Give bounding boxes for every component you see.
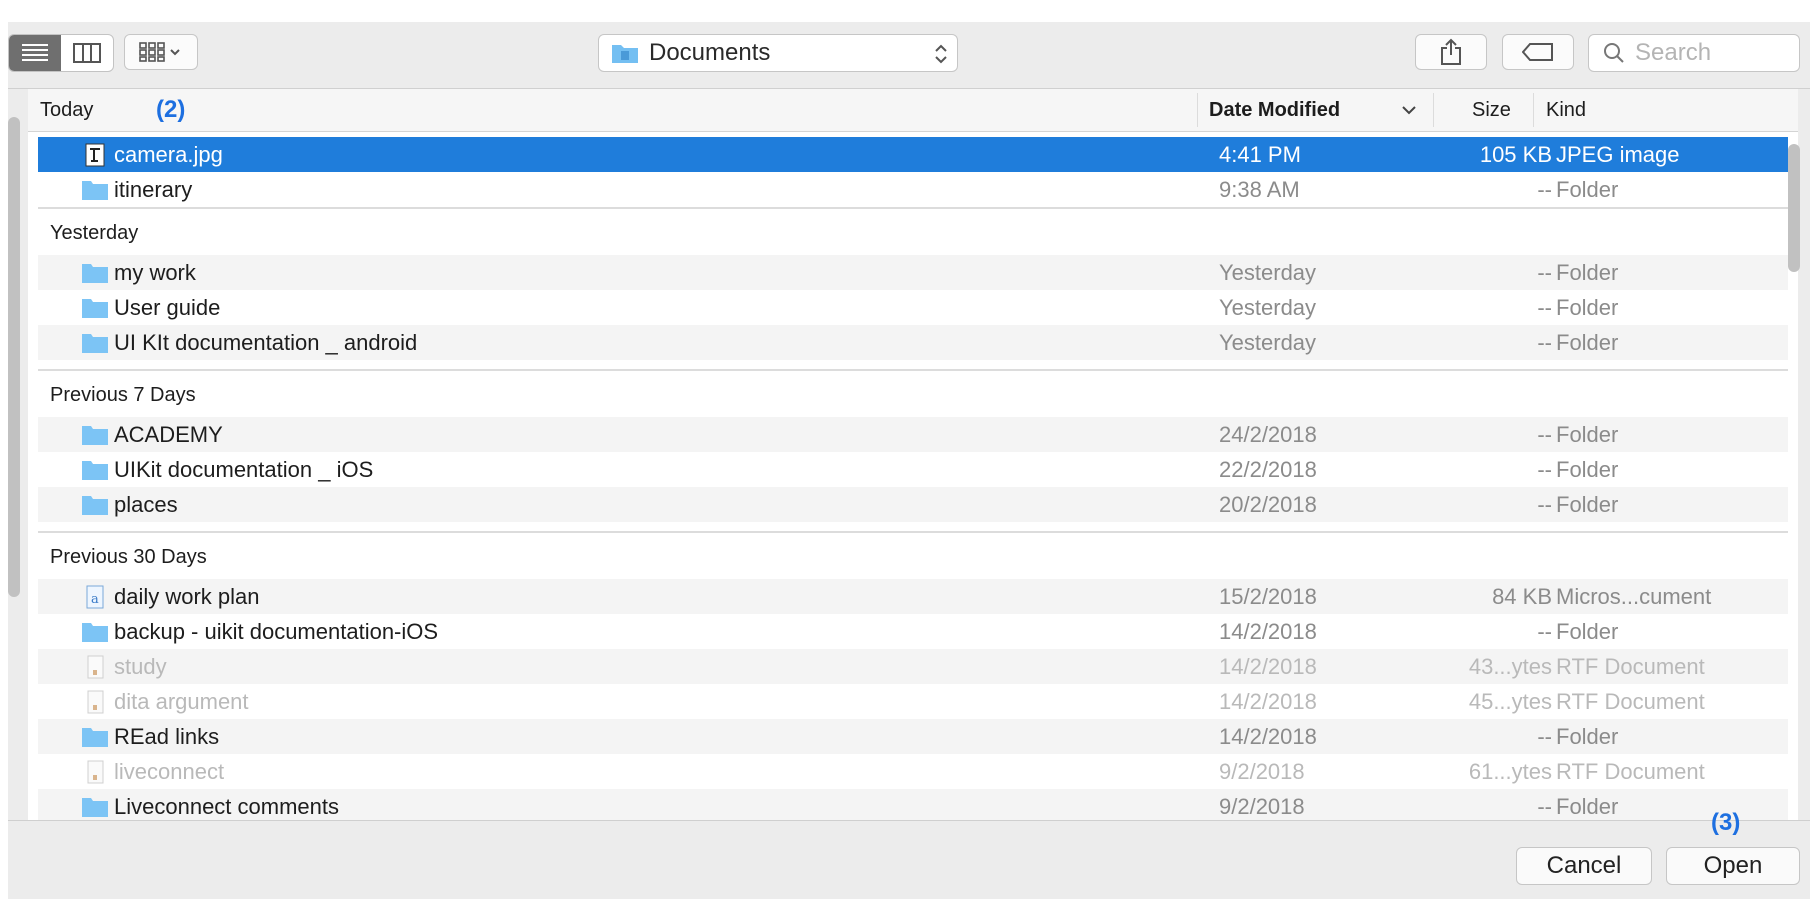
file-row-read-links[interactable]: REad links 14/2/2018 -- Folder [38,719,1788,754]
file-row-academy[interactable]: ACADEMY 24/2/2018 -- Folder [38,417,1788,452]
column-view-icon [73,43,101,63]
column-divider [1197,93,1198,127]
documents-folder-icon [612,45,638,63]
list-view-icon [22,44,48,61]
group-header-previous-30-days: Previous 30 Days [38,531,1788,579]
header-kind[interactable]: Kind [1546,89,1586,131]
column-divider [1533,93,1534,127]
view-mode-control [8,34,114,72]
group-header-previous-7-days: Previous 7 Days [38,369,1788,417]
open-button[interactable]: Open [1666,847,1800,885]
file-row-ui-kit-android[interactable]: UI KIt documentation _ android Yesterday… [38,325,1788,360]
sidebar-scrollbar[interactable] [8,117,20,597]
word-document-icon: a [86,585,104,609]
file-row-study: study 14/2/2018 43...ytes RTF Document [38,649,1788,684]
share-icon [1441,38,1461,65]
folder-icon [82,334,108,353]
tags-button[interactable] [1502,34,1574,70]
location-popup[interactable]: Documents [598,34,958,72]
column-divider [1433,93,1434,127]
file-row-my-work[interactable]: my work Yesterday -- Folder [38,255,1788,290]
column-view-button[interactable] [61,35,113,71]
location-label: Documents [649,39,771,66]
folder-icon [82,181,108,200]
annotation-2: (2) [156,96,186,123]
tag-icon [1522,43,1553,61]
arrange-button[interactable] [124,34,198,70]
grid-arrange-icon [139,42,180,62]
rtf-document-icon [87,760,104,784]
file-row-itinerary[interactable]: itinerary 9:38 AM -- Folder [38,172,1788,207]
cancel-button[interactable]: Cancel [1516,847,1652,885]
folder-icon [82,798,108,817]
file-list: Today (2) Date Modified Size Kind camera… [28,89,1798,820]
column-header: Today (2) Date Modified Size Kind [28,89,1798,132]
toolbar: Documents Search [8,22,1810,89]
file-list-scrollbar[interactable] [1788,144,1800,272]
search-field[interactable]: Search [1588,34,1800,72]
share-button[interactable] [1415,34,1487,70]
file-row-places[interactable]: places 20/2/2018 -- Folder [38,487,1788,522]
list-view-button[interactable] [9,35,61,71]
folder-icon [82,264,108,283]
header-name[interactable]: Today [40,89,93,131]
dialog-footer: (3) Cancel Open [8,809,1810,899]
file-row-uikit-ios[interactable]: UIKit documentation _ iOS 22/2/2018 -- F… [38,452,1788,487]
search-icon [1604,43,1624,63]
search-placeholder: Search [1635,39,1712,66]
folder-icon [82,496,108,515]
file-row-dita-argument: dita argument 14/2/2018 45...ytes RTF Do… [38,684,1788,719]
folder-icon [82,461,108,480]
annotation-3: (3) [1711,809,1741,836]
jpeg-file-icon [85,143,105,167]
file-row-daily-work-plan[interactable]: a daily work plan 15/2/2018 84 KB Micros… [38,579,1788,614]
group-header-yesterday: Yesterday [38,207,1788,255]
folder-icon [82,728,108,747]
folder-icon [82,299,108,318]
file-row-camera[interactable]: camera.jpg 4:41 PM 105 KB JPEG image [38,137,1788,172]
svg-text:a: a [91,592,99,607]
chevron-updown-icon [935,44,947,64]
file-row-liveconnect-comments[interactable]: Liveconnect comments 9/2/2018 -- Folder [38,789,1788,820]
file-row-user-guide[interactable]: User guide Yesterday -- Folder [38,290,1788,325]
rtf-document-icon [87,655,104,679]
sort-chevron-icon [1402,106,1416,115]
header-date-modified[interactable]: Date Modified [1209,89,1340,131]
open-file-dialog: Documents Search Today (2) Date Modified… [8,22,1810,899]
file-row-backup-uikit[interactable]: backup - uikit documentation-iOS 14/2/20… [38,614,1788,649]
header-size[interactable]: Size [1472,89,1511,131]
rtf-document-icon [87,690,104,714]
folder-icon [82,426,108,445]
folder-icon [82,623,108,642]
file-row-liveconnect: liveconnect 9/2/2018 61...ytes RTF Docum… [38,754,1788,789]
